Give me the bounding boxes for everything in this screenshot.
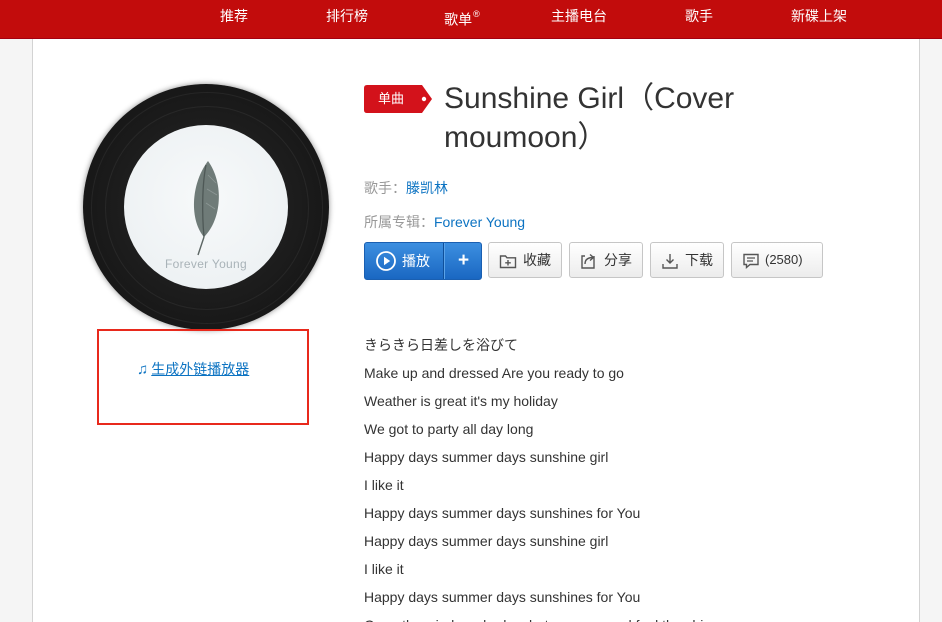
nav-item-artists[interactable]: 歌手 [670,0,728,38]
lyrics-block: きらきら日差しを浴びて Make up and dressed Are you … [364,331,719,622]
share-button[interactable]: 分享 [569,242,643,278]
comment-button[interactable]: (2580) [731,242,823,278]
nav-label: 新碟上架 [791,8,847,24]
lyric-line: Happy days summer days sunshine girl [364,533,609,549]
lyric-line: Happy days summer days sunshines for You [364,505,641,521]
nav-item-radio[interactable]: 主播电台 [540,0,618,38]
comment-icon [743,253,759,270]
album-cover: Forever Young [124,125,288,289]
single-type-badge: 单曲 [364,85,432,113]
nav-label: 歌手 [685,8,713,24]
download-icon [662,254,678,269]
play-button[interactable]: 播放 + [364,242,482,280]
generate-external-player-link[interactable]: ♫ 生成外链播放器 [137,359,249,379]
lyric-line: Make up and dressed Are you ready to go [364,365,624,381]
nav-label: 排行榜 [326,8,368,24]
share-icon [581,253,595,269]
top-navigation-bar: 推荐 排行榜 歌单® 主播电台 歌手 新碟上架 [0,0,942,39]
add-to-playlist-button[interactable]: + [445,243,482,278]
collect-label: 收藏 [523,252,551,268]
share-label: 分享 [604,252,632,268]
collect-button[interactable]: 收藏 [488,242,562,278]
folder-add-icon [499,255,517,269]
nav-item-new-albums[interactable]: 新碟上架 [779,0,859,38]
play-label: 播放 [402,253,430,269]
download-label: 下载 [685,252,713,268]
lyric-line: Happy days summer days sunshines for You [364,589,641,605]
generate-player-label: 生成外链播放器 [151,361,250,377]
song-title: Sunshine Girl（Cover moumoon） [444,82,735,154]
comment-count: (2580) [765,252,803,267]
lyric-line: Happy days summer days sunshine girl [364,449,609,465]
album-label: 所属专辑： [364,214,434,230]
album-link[interactable]: Forever Young [434,214,525,230]
lyric-line: I like it [364,477,404,493]
artist-link[interactable]: 滕凯林 [406,180,448,196]
lyric-line: Weather is great it's my holiday [364,393,558,409]
artist-label: 歌手： [364,180,406,196]
lyric-line: I like it [364,561,404,577]
nav-item-recommend[interactable]: 推荐 [205,0,263,38]
music-note-icon: ♫ [137,361,149,378]
nav-item-charts[interactable]: 排行榜 [313,0,381,38]
cover-caption: Forever Young [165,257,247,271]
song-detail-panel: Forever Young ♫ 生成外链播放器 单曲 Sunshine Girl（… [32,39,920,622]
nav-item-playlists[interactable]: 歌单® [431,0,493,38]
artist-row: 歌手：滕凯林 [364,178,448,198]
album-row: 所属专辑：Forever Young [364,212,525,232]
registered-mark: ® [473,9,480,19]
nav-label: 推荐 [220,8,248,24]
lyric-line: きらきら日差しを浴びて [364,337,518,353]
play-icon [376,251,396,271]
nav-label: 歌单 [444,11,473,28]
album-vinyl: Forever Young [83,84,329,330]
lyric-line: We got to party all day long [364,421,534,437]
lyric-line: Open the window shade, shut my eyes and … [364,611,719,622]
badge-label: 单曲 [377,91,404,106]
download-button[interactable]: 下载 [650,242,724,278]
nav-label: 主播电台 [551,8,607,24]
